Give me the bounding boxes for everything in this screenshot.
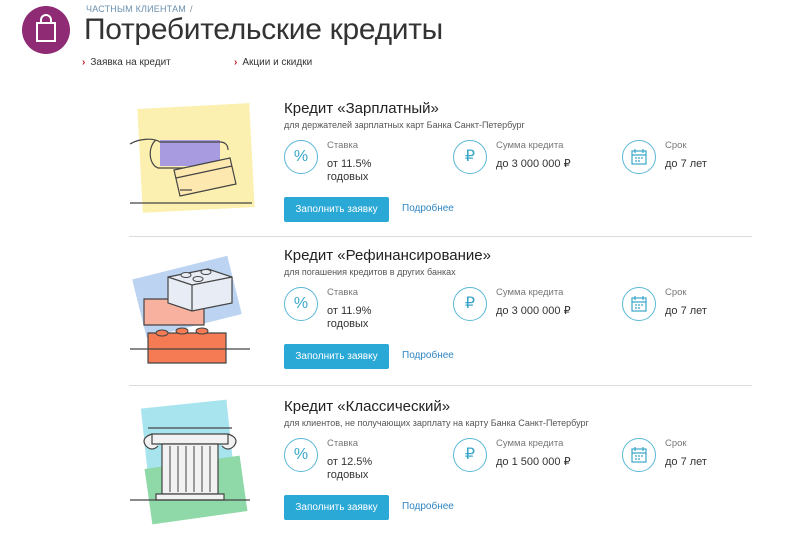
ruble-icon: ₽: [453, 438, 487, 472]
subnav-label: Заявка на кредит: [90, 57, 171, 68]
more-link[interactable]: Подробнее: [402, 501, 454, 512]
feature-value: от 11.9% годовых: [327, 305, 371, 331]
calendar-icon: [622, 438, 656, 472]
subnav-promotions[interactable]: › Акции и скидки: [234, 57, 312, 68]
percent-icon: %: [284, 438, 318, 472]
ruble-icon: ₽: [453, 287, 487, 321]
subnav-loan-application[interactable]: › Заявка на кредит: [82, 57, 171, 68]
more-link[interactable]: Подробнее: [402, 350, 454, 361]
product-subtitle: для клиентов, не получающих зарплату на …: [284, 418, 589, 428]
shopping-bag-icon: [22, 6, 70, 54]
product-title: Кредит «Рефинансирование»: [284, 247, 491, 264]
calendar-icon: [622, 140, 656, 174]
feature-value: до 1 500 000 ₽: [496, 456, 571, 468]
product-card-salary: Кредит «Зарплатный» для держателей зарпл…: [0, 100, 800, 250]
feature-value: до 7 лет: [665, 158, 707, 170]
feature-value-line: годовых: [327, 469, 369, 481]
feature-value: до 7 лет: [665, 456, 707, 468]
product-subtitle: для погашения кредитов в других банках: [284, 267, 456, 277]
feature-value: от 11.5% годовых: [327, 158, 371, 184]
divider: [129, 236, 752, 237]
feature-label: Ставка: [327, 140, 359, 151]
apply-button[interactable]: Заполнить заявку: [284, 495, 389, 520]
product-card-classic: Кредит «Классический» для клиентов, не п…: [0, 398, 800, 548]
feature-label: Срок: [665, 438, 687, 449]
more-link[interactable]: Подробнее: [402, 203, 454, 214]
feature-value-line: от 11.9%: [327, 305, 372, 317]
feature-value-line: годовых: [327, 318, 369, 330]
apply-button[interactable]: Заполнить заявку: [284, 197, 389, 222]
column-icon: [130, 399, 250, 525]
chevron-right-icon: ›: [82, 57, 86, 68]
feature-label: Сумма кредита: [496, 140, 564, 151]
apply-button[interactable]: Заполнить заявку: [284, 344, 389, 369]
product-card-refinancing: Кредит «Рефинансирование» для погашения …: [0, 247, 800, 397]
feature-value-line: годовых: [327, 171, 369, 183]
product-title: Кредит «Классический»: [284, 398, 451, 415]
page-title: Потребительские кредиты: [84, 13, 443, 46]
feature-value: от 12.5% годовых: [327, 456, 372, 482]
product-title: Кредит «Зарплатный»: [284, 100, 439, 117]
product-subtitle: для держателей зарплатных карт Банка Сан…: [284, 120, 525, 130]
bricks-icon: [130, 255, 250, 364]
wallet-card-icon: [129, 103, 255, 213]
feature-value: до 3 000 000 ₽: [496, 305, 571, 317]
feature-value-line: от 12.5%: [327, 456, 373, 468]
feature-label: Срок: [665, 287, 687, 298]
percent-icon: %: [284, 287, 318, 321]
calendar-icon: [622, 287, 656, 321]
ruble-icon: ₽: [453, 140, 487, 174]
divider: [129, 385, 752, 386]
chevron-right-icon: ›: [234, 57, 238, 68]
feature-label: Ставка: [327, 287, 359, 298]
percent-icon: %: [284, 140, 318, 174]
feature-label: Ставка: [327, 438, 359, 449]
feature-value: до 3 000 000 ₽: [496, 158, 571, 170]
feature-value-line: от 11.5%: [327, 158, 372, 170]
feature-label: Сумма кредита: [496, 438, 564, 449]
feature-value: до 7 лет: [665, 305, 707, 317]
feature-label: Срок: [665, 140, 687, 151]
subnav-label: Акции и скидки: [242, 57, 313, 68]
feature-label: Сумма кредита: [496, 287, 564, 298]
